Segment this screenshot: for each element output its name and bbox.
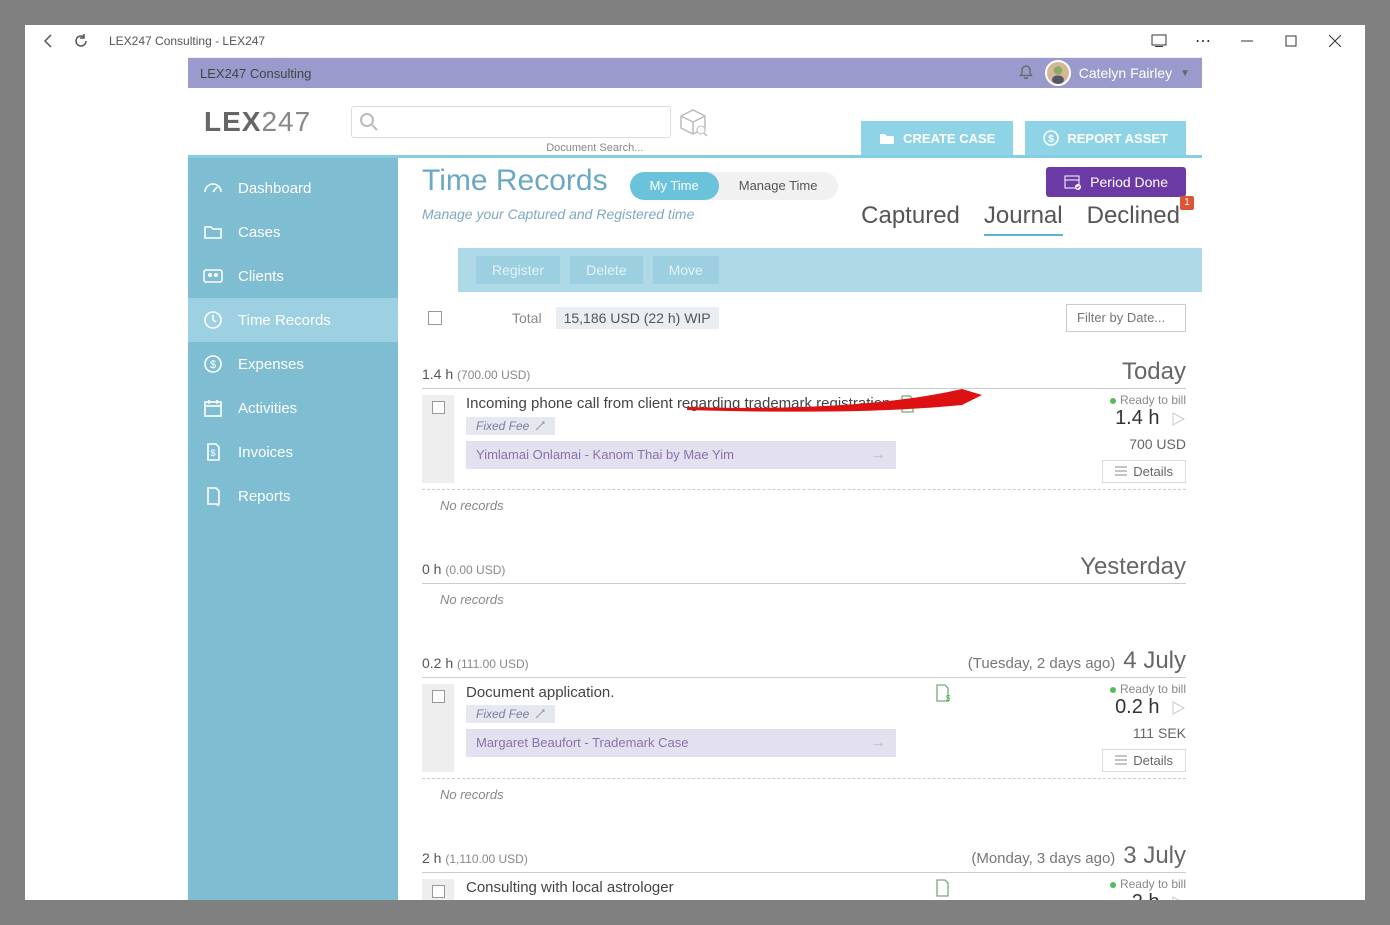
no-records: No records (440, 498, 1186, 513)
clock-icon (202, 310, 224, 330)
delete-button[interactable]: Delete (570, 256, 642, 284)
chevron-down-icon[interactable]: ▼ (1180, 68, 1190, 79)
filter-by-date-input[interactable] (1066, 304, 1186, 332)
entry-amount: 700 USD (956, 436, 1186, 452)
time-entry: Incoming phone call from client regardin… (422, 389, 1186, 490)
manage-time-toggle[interactable]: Manage Time (719, 172, 838, 200)
document-icon[interactable] (934, 879, 950, 897)
period-done-button[interactable]: Period Done (1046, 167, 1186, 197)
gauge-icon (202, 178, 224, 198)
play-icon[interactable] (1170, 895, 1186, 900)
arrow-right-icon: → (870, 446, 886, 464)
tab-declined[interactable]: Declined1 (1087, 202, 1180, 236)
register-button[interactable]: Register (476, 256, 560, 284)
logo: LEX247 (204, 106, 311, 138)
close-button[interactable] (1313, 25, 1357, 57)
fee-type-chip[interactable]: Fixed Fee (466, 417, 555, 435)
back-button[interactable] (33, 25, 65, 57)
day-group-today: 1.4 h (700.00 USD) Today Incoming phone … (422, 358, 1202, 513)
sidebar-item-expenses[interactable]: $Expenses (188, 342, 398, 386)
time-entry: Document application. $ Fixed Fee Margar… (422, 678, 1186, 779)
declined-badge: 1 (1180, 196, 1194, 210)
svg-text:$: $ (210, 359, 216, 371)
day-label: Today (1122, 358, 1186, 386)
day-group-4july: 0.2 h (111.00 USD) (Tuesday, 2 days ago)… (422, 647, 1202, 802)
folder-icon (202, 222, 224, 242)
sidebar-item-cases[interactable]: Cases (188, 210, 398, 254)
dollar-icon: $ (202, 354, 224, 374)
sidebar-item-time-records[interactable]: Time Records (188, 298, 398, 342)
day-hours: 1.4 h (700.00 USD) (422, 366, 530, 382)
time-toggle: My Time Manage Time (630, 172, 838, 200)
calendar-icon (202, 398, 224, 418)
company-name: LEX247 Consulting (200, 66, 311, 81)
svg-text:$: $ (210, 448, 215, 458)
sidebar: Dashboard Cases Clients Time Records $Ex… (188, 158, 398, 900)
sidebar-item-invoices[interactable]: $Invoices (188, 430, 398, 474)
search-input[interactable] (351, 106, 671, 138)
invoice-icon: $ (202, 442, 224, 462)
main-content: Time Records My Time Manage Time Period … (398, 158, 1202, 900)
entry-description[interactable]: Incoming phone call from client regardin… (466, 395, 956, 413)
entry-status: Ready to bill (956, 393, 1186, 407)
day-group-yesterday: 0 h (0.00 USD) Yesterday No records (422, 553, 1202, 607)
window-title: LEX247 Consulting - LEX247 (109, 34, 265, 48)
report-icon (202, 486, 224, 506)
entry-description[interactable]: Consulting with local astrologer (466, 879, 956, 896)
bell-icon[interactable] (1017, 64, 1035, 82)
total-label: Total (512, 310, 542, 326)
document-dollar-icon[interactable]: $ (934, 684, 950, 702)
sidebar-item-reports[interactable]: Reports (188, 474, 398, 518)
details-button[interactable]: Details (1102, 749, 1186, 772)
more-button[interactable]: ⋯ (1181, 25, 1225, 57)
search-icon (359, 112, 379, 132)
title-bar: LEX247 Consulting - LEX247 ⋯ (25, 25, 1365, 57)
header-row: LEX247 Document Search... CREATE CASE (188, 88, 1202, 158)
minimize-button[interactable] (1225, 25, 1269, 57)
entry-checkbox[interactable] (432, 885, 445, 898)
clients-icon (202, 266, 224, 286)
entry-checkbox[interactable] (432, 401, 445, 414)
document-icon[interactable] (899, 395, 915, 413)
svg-text:$: $ (946, 694, 950, 702)
fee-type-chip[interactable]: Fixed Fee (466, 705, 555, 723)
tab-journal[interactable]: Journal (984, 202, 1063, 236)
tab-captured[interactable]: Captured (861, 202, 960, 236)
username[interactable]: Catelyn Fairley (1079, 65, 1172, 81)
app-window: LEX247 Consulting - LEX247 ⋯ LEX247 Cons… (25, 25, 1365, 900)
maximize-button[interactable] (1269, 25, 1313, 57)
refresh-button[interactable] (65, 25, 97, 57)
total-value: 15,186 USD (22 h) WIP (556, 307, 719, 329)
play-icon[interactable] (1170, 411, 1186, 427)
action-bar: Register Delete Move (458, 248, 1202, 292)
sidebar-item-activities[interactable]: Activities (188, 386, 398, 430)
search-hint: Document Search... (546, 142, 643, 154)
move-button[interactable]: Move (653, 256, 719, 284)
package-search-icon[interactable] (677, 106, 709, 138)
account-bar: LEX247 Consulting Catelyn Fairley ▼ (188, 58, 1202, 88)
details-button[interactable]: Details (1102, 460, 1186, 483)
sidebar-item-clients[interactable]: Clients (188, 254, 398, 298)
day-group-3july: 2 h (1,110.00 USD) (Monday, 3 days ago) … (422, 842, 1202, 901)
svg-text:$: $ (1049, 134, 1055, 145)
page-title: Time Records (422, 164, 608, 198)
no-records: No records (440, 592, 1186, 607)
select-all-checkbox[interactable] (428, 311, 442, 325)
case-chip[interactable]: Margaret Beaufort - Trademark Case→ (466, 729, 896, 757)
entry-hours: 1.4 h (1115, 407, 1159, 429)
case-chip[interactable]: Yimlamai Onlamai - Kanom Thai by Mae Yim… (466, 441, 896, 469)
create-case-button[interactable]: CREATE CASE (861, 121, 1013, 155)
time-entry: Consulting with local astrologer Ready t… (422, 873, 1186, 901)
tablet-mode-icon[interactable] (1137, 25, 1181, 57)
play-icon[interactable] (1170, 700, 1186, 716)
total-row: Total 15,186 USD (22 h) WIP (422, 298, 1202, 338)
tabs: Captured Journal Declined1 (422, 202, 1202, 236)
sidebar-item-dashboard[interactable]: Dashboard (188, 166, 398, 210)
avatar[interactable] (1045, 60, 1071, 86)
report-asset-button[interactable]: $ REPORT ASSET (1025, 121, 1186, 155)
entry-checkbox[interactable] (432, 690, 445, 703)
entry-description[interactable]: Document application. $ (466, 684, 956, 701)
entry-checkbox-wrap (422, 395, 454, 483)
my-time-toggle[interactable]: My Time (630, 172, 719, 200)
